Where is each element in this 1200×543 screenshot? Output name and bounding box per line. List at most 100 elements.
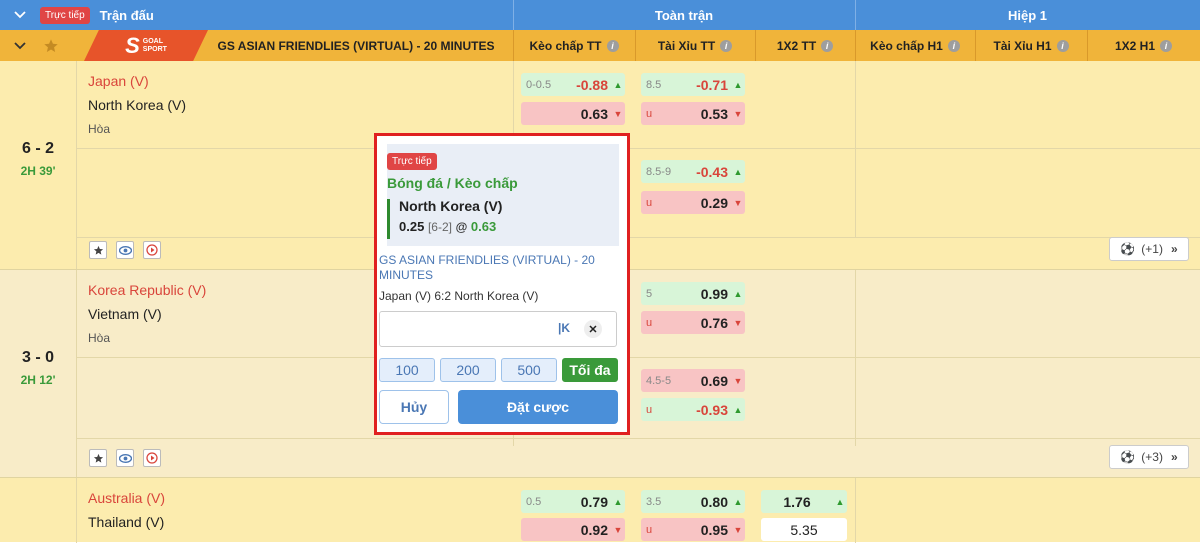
handicap-value: 0.25 <box>399 219 425 234</box>
team-list: Japan (V) North Korea (V) Hòa <box>88 69 186 141</box>
divider <box>855 478 856 543</box>
live-badge: Trực tiếp <box>387 153 437 170</box>
stake-chip-100[interactable]: 100 <box>379 358 435 382</box>
odds-cell-over[interactable]: 3.5 0.80 ▲ <box>641 490 745 513</box>
arrow-up-icon: ▲ <box>613 496 623 507</box>
arrow-up-icon: ▲ <box>733 288 743 299</box>
divider <box>76 237 1200 238</box>
match-score: 3 - 0 <box>21 349 54 366</box>
bet-slip-popup: Trực tiếp Bóng đá / Kèo chấp North Korea… <box>374 133 630 435</box>
home-team[interactable]: Australia (V) <box>88 486 165 510</box>
arrow-down-icon: ▼ <box>733 524 743 535</box>
soccer-ball-icon: ⚽ <box>1120 242 1136 256</box>
favorite-star-icon[interactable] <box>42 30 60 61</box>
favorite-star-icon[interactable] <box>89 449 107 467</box>
watch-eye-icon[interactable] <box>116 241 134 259</box>
divider <box>76 438 1200 439</box>
arrow-up-icon: ▲ <box>733 166 743 177</box>
draw-label: Hòa <box>88 122 111 136</box>
clear-icon[interactable]: ✕ <box>584 320 602 338</box>
odds-cell-over[interactable]: 4.5-5 0.69 ▼ <box>641 369 745 392</box>
odds-cell-hdp-away[interactable]: 0.92 ▼ <box>521 518 625 541</box>
home-team[interactable]: Japan (V) <box>88 69 186 93</box>
col-ou-ft: Tài Xỉu TT i <box>635 30 755 61</box>
arrow-up-icon: ▲ <box>733 79 743 90</box>
match-time: 2H 12' <box>20 373 56 387</box>
current-score: [6-2] <box>427 220 452 234</box>
place-bet-button[interactable]: Đặt cược <box>458 390 618 424</box>
score-column: 6 - 2 2H 39' <box>0 61 76 269</box>
arrow-up-icon: ▲ <box>835 496 845 507</box>
score-column: 3 - 0 2H 12' <box>0 270 76 478</box>
info-icon[interactable]: i <box>606 39 619 52</box>
header-live-group: Trực tiếp Trận đấu <box>40 0 154 30</box>
arrow-up-icon: ▲ <box>733 404 743 415</box>
away-team[interactable]: Vietnam (V) <box>88 302 206 326</box>
league-header: S GOAL SPORT GS ASIAN FRIENDLIES (VIRTUAL… <box>0 30 1200 61</box>
col-hdp-ft: Kèo chấp TT i <box>513 30 635 61</box>
odds-cell-over[interactable]: 5 0.99 ▲ <box>641 282 745 305</box>
bet-league: GS ASIAN FRIENDLIES (VIRTUAL) - 20 MINUT… <box>379 253 595 282</box>
more-markets-button[interactable]: ⚽ (+3) » <box>1109 445 1189 469</box>
odds-cell-hdp-home[interactable]: 0.5 0.79 ▲ <box>521 490 625 513</box>
odds-cell-hdp-away[interactable]: 0.63 ▼ <box>521 102 625 125</box>
home-team[interactable]: Korea Republic (V) <box>88 278 206 302</box>
stake-field: |K ✕ <box>379 311 617 347</box>
arrow-up-icon: ▲ <box>733 496 743 507</box>
col-1x2-ft: 1X2 TT i <box>755 30 855 61</box>
odds-cell-under[interactable]: u 0.53 ▼ <box>641 102 745 125</box>
stake-input[interactable] <box>386 318 546 340</box>
divider <box>76 148 1200 149</box>
first-half-title: Hiệp 1 <box>1007 7 1047 23</box>
main-header: Trực tiếp Trận đấu Toàn trận Hiệp 1 <box>0 0 1200 30</box>
league-collapse-icon[interactable] <box>12 30 28 61</box>
live-badge[interactable]: Trực tiếp <box>40 6 90 24</box>
draw-label: Hòa <box>88 331 111 345</box>
full-time-title: Toàn trận <box>654 7 714 23</box>
match-time: 2H 39' <box>20 164 56 178</box>
arrow-down-icon: ▼ <box>733 317 743 328</box>
info-icon[interactable]: i <box>947 39 960 52</box>
match-score: 6 - 2 <box>21 140 54 157</box>
match-column-title: Trận đấu <box>99 7 154 23</box>
collapse-all-icon[interactable] <box>10 0 30 30</box>
arrow-down-icon: ▼ <box>733 375 743 386</box>
live-video-icon[interactable] <box>143 241 161 259</box>
info-icon[interactable]: i <box>1160 39 1173 52</box>
away-team[interactable]: North Korea (V) <box>88 93 186 117</box>
logo-letter: S <box>125 32 140 58</box>
odds-cell-hdp-home[interactable]: 0-0.5 -0.88 ▲ <box>521 73 625 96</box>
logo-text: GOAL SPORT <box>142 37 167 53</box>
arrow-down-icon: ▼ <box>733 197 743 208</box>
info-icon[interactable]: i <box>1056 39 1069 52</box>
col-ou-h1: Tài Xỉu H1 i <box>975 30 1087 61</box>
live-video-icon[interactable] <box>143 449 161 467</box>
stake-chip-500[interactable]: 500 <box>501 358 557 382</box>
odds-cell-1x2-home[interactable]: 1.76 ▲ <box>761 490 847 513</box>
odds-cell-1x2-away[interactable]: 5.35 <box>761 518 847 541</box>
more-markets-button[interactable]: ⚽ (+1) » <box>1109 237 1189 261</box>
stake-chip-200[interactable]: 200 <box>440 358 496 382</box>
odds-cell-under[interactable]: u 0.29 ▼ <box>641 191 745 214</box>
cancel-button[interactable]: Hủy <box>379 390 449 424</box>
away-team[interactable]: Thailand (V) <box>88 510 165 534</box>
bet-match: Japan (V) 6:2 North Korea (V) <box>379 289 539 303</box>
info-icon[interactable]: i <box>720 39 733 52</box>
max-stake-button[interactable]: Tối đa <box>562 358 618 382</box>
favorite-star-icon[interactable] <box>89 241 107 259</box>
arrow-down-icon: ▼ <box>613 108 623 119</box>
info-icon[interactable]: i <box>821 39 834 52</box>
arrow-up-icon: ▲ <box>613 79 623 90</box>
col-hdp-h1: Kèo chấp H1 i <box>855 30 975 61</box>
odds-cell-over[interactable]: 8.5-9 -0.43 ▲ <box>641 160 745 183</box>
odds-cell-under[interactable]: u 0.95 ▼ <box>641 518 745 541</box>
watch-eye-icon[interactable] <box>116 449 134 467</box>
odds-cell-under[interactable]: u -0.93 ▲ <box>641 398 745 421</box>
odds-cell-under[interactable]: u 0.76 ▼ <box>641 311 745 334</box>
match-block: Australia (V) Thailand (V) 0.5 0.79 ▲ 0.… <box>0 477 1200 543</box>
odds-price: 0.63 <box>470 219 497 234</box>
league-name[interactable]: GS ASIAN FRIENDLIES (VIRTUAL) - 20 MINUT… <box>208 30 504 61</box>
goal-sport-logo: S GOAL SPORT <box>84 30 208 61</box>
odds-cell-over[interactable]: 8.5 -0.71 ▲ <box>641 73 745 96</box>
selection-line: 0.25 [6-2] @ 0.63 <box>399 219 496 234</box>
